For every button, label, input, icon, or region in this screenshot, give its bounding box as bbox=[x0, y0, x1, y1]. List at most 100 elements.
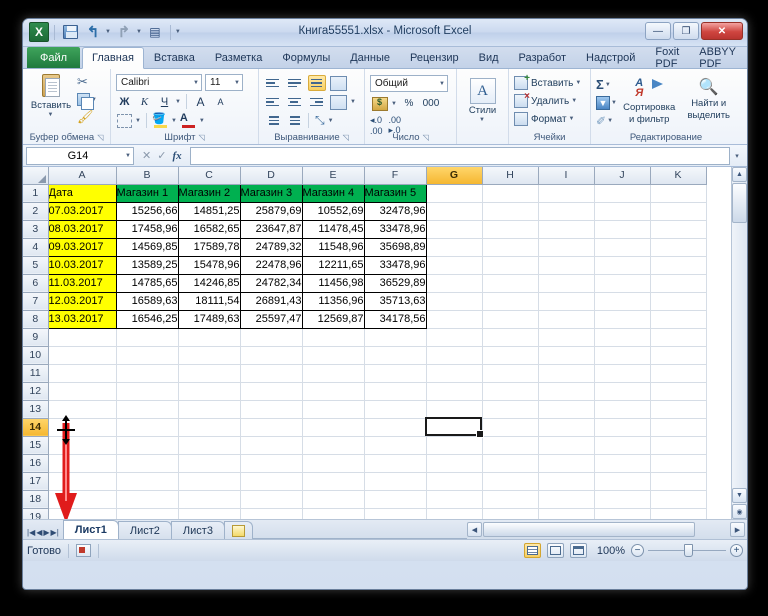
cell-I7[interactable] bbox=[538, 292, 595, 311]
chevron-down-icon[interactable]: ▼ bbox=[48, 112, 54, 118]
row-header-7[interactable]: 7 bbox=[23, 292, 49, 311]
cell-H2[interactable] bbox=[482, 202, 539, 221]
cell-G5[interactable] bbox=[426, 256, 483, 275]
chevron-down-icon[interactable]: ▼ bbox=[171, 118, 177, 124]
cell-B14[interactable] bbox=[116, 418, 179, 437]
cell-G6[interactable] bbox=[426, 274, 483, 293]
cell-E11[interactable] bbox=[302, 364, 365, 383]
cell-J4[interactable] bbox=[594, 238, 651, 257]
cell-D14[interactable] bbox=[240, 418, 303, 437]
cell-D9[interactable] bbox=[240, 328, 303, 347]
cell-D10[interactable] bbox=[240, 346, 303, 365]
cell-D13[interactable] bbox=[240, 400, 303, 419]
row-header-6[interactable]: 6 bbox=[23, 274, 49, 293]
cell-I19[interactable] bbox=[538, 508, 595, 519]
cell-F2[interactable]: 32478,96 bbox=[363, 201, 427, 221]
cell-G19[interactable] bbox=[426, 508, 483, 519]
expand-formula-bar-icon[interactable]: ▾ bbox=[730, 152, 744, 160]
cell-B18[interactable] bbox=[116, 490, 179, 509]
zoom-track[interactable] bbox=[648, 544, 726, 557]
cell-E7[interactable]: 11356,96 bbox=[301, 291, 365, 311]
scroll-right-button[interactable]: ▶ bbox=[730, 522, 745, 537]
cell-F15[interactable] bbox=[364, 436, 427, 455]
cell-C17[interactable] bbox=[178, 472, 241, 491]
cell-K8[interactable] bbox=[650, 310, 707, 329]
cell-A1[interactable]: Дата bbox=[47, 183, 117, 203]
align-bottom-button[interactable] bbox=[308, 75, 326, 91]
name-box[interactable]: G14 ▼ bbox=[26, 146, 134, 165]
cell-J12[interactable] bbox=[594, 382, 651, 401]
cell-H17[interactable] bbox=[482, 472, 539, 491]
zoom-thumb[interactable] bbox=[684, 544, 693, 557]
cell-J1[interactable] bbox=[594, 184, 651, 203]
cell-G13[interactable] bbox=[426, 400, 483, 419]
cell-C5[interactable]: 15478,96 bbox=[177, 255, 241, 275]
cell-I17[interactable] bbox=[538, 472, 595, 491]
first-sheet-button[interactable]: |◀ bbox=[27, 528, 35, 537]
percent-button[interactable]: % bbox=[399, 95, 419, 112]
row-header-3[interactable]: 3 bbox=[23, 220, 49, 239]
cell-B19[interactable] bbox=[116, 508, 179, 519]
cell-B15[interactable] bbox=[116, 436, 179, 455]
cell-A14[interactable] bbox=[48, 418, 117, 437]
cell-J16[interactable] bbox=[594, 454, 651, 473]
cell-F10[interactable] bbox=[364, 346, 427, 365]
cell-H18[interactable] bbox=[482, 490, 539, 509]
cell-A12[interactable] bbox=[48, 382, 117, 401]
tab-review[interactable]: Рецензир bbox=[400, 47, 469, 68]
cell-K9[interactable] bbox=[650, 328, 707, 347]
cell-G14[interactable] bbox=[426, 418, 483, 437]
cell-E15[interactable] bbox=[302, 436, 365, 455]
chevron-down-icon[interactable]: ▼ bbox=[135, 118, 141, 124]
cell-G1[interactable] bbox=[426, 184, 483, 203]
cell-B10[interactable] bbox=[116, 346, 179, 365]
chevron-down-icon[interactable]: ▼ bbox=[569, 116, 575, 122]
align-left-button[interactable] bbox=[264, 94, 282, 110]
insert-function-icon[interactable]: fx bbox=[172, 150, 181, 162]
cell-K4[interactable] bbox=[650, 238, 707, 257]
cell-D11[interactable] bbox=[240, 364, 303, 383]
chevron-down-icon[interactable]: ▼ bbox=[391, 101, 397, 107]
cell-H4[interactable] bbox=[482, 238, 539, 257]
cell-D5[interactable]: 22478,96 bbox=[239, 255, 303, 275]
cell-A18[interactable] bbox=[48, 490, 117, 509]
cell-F16[interactable] bbox=[364, 454, 427, 473]
cell-E12[interactable] bbox=[302, 382, 365, 401]
cell-G16[interactable] bbox=[426, 454, 483, 473]
cell-J2[interactable] bbox=[594, 202, 651, 221]
sheet-tab-list1[interactable]: Лист1 bbox=[62, 520, 119, 539]
cell-K15[interactable] bbox=[650, 436, 707, 455]
number-format-combo[interactable]: Общий ▼ bbox=[370, 75, 448, 92]
cell-J13[interactable] bbox=[594, 400, 651, 419]
cancel-formula-icon[interactable]: ✕ bbox=[142, 149, 151, 162]
chevron-down-icon[interactable]: ▼ bbox=[193, 80, 199, 86]
select-object-button[interactable]: ◉ bbox=[732, 504, 747, 519]
cell-J11[interactable] bbox=[594, 364, 651, 383]
cell-I15[interactable] bbox=[538, 436, 595, 455]
spreadsheet-grid[interactable]: A B C D E F G H I J K 1 Дата Магазин 1 Магазин 2 Магази… bbox=[23, 167, 747, 519]
row-header-14[interactable]: 14 bbox=[23, 418, 49, 437]
cell-J6[interactable] bbox=[594, 274, 651, 293]
cell-D1[interactable]: Магазин 3 bbox=[239, 183, 303, 203]
cell-I12[interactable] bbox=[538, 382, 595, 401]
cell-A2[interactable]: 07.03.2017 bbox=[47, 201, 117, 221]
cell-I4[interactable] bbox=[538, 238, 595, 257]
cell-B12[interactable] bbox=[116, 382, 179, 401]
align-center-button[interactable] bbox=[286, 94, 304, 110]
borders-button[interactable] bbox=[116, 112, 133, 129]
column-header-e[interactable]: E bbox=[302, 167, 365, 185]
cell-C1[interactable]: Магазин 2 bbox=[177, 183, 241, 203]
cell-C7[interactable]: 18111,54 bbox=[177, 291, 241, 311]
cell-E9[interactable] bbox=[302, 328, 365, 347]
cell-A7[interactable]: 12.03.2017 bbox=[47, 291, 117, 311]
cell-B17[interactable] bbox=[116, 472, 179, 491]
cut-button[interactable]: ✂ bbox=[77, 74, 97, 90]
cell-G12[interactable] bbox=[426, 382, 483, 401]
tab-abbyy-pdf[interactable]: ABBYY PDF bbox=[689, 46, 746, 70]
sheet-tab-list2[interactable]: Лист2 bbox=[117, 521, 172, 539]
cell-F11[interactable] bbox=[364, 364, 427, 383]
cell-H5[interactable] bbox=[482, 256, 539, 275]
cell-J3[interactable] bbox=[594, 220, 651, 239]
cell-C18[interactable] bbox=[178, 490, 241, 509]
delete-cells-button[interactable]: Удалить▼ bbox=[514, 91, 585, 108]
